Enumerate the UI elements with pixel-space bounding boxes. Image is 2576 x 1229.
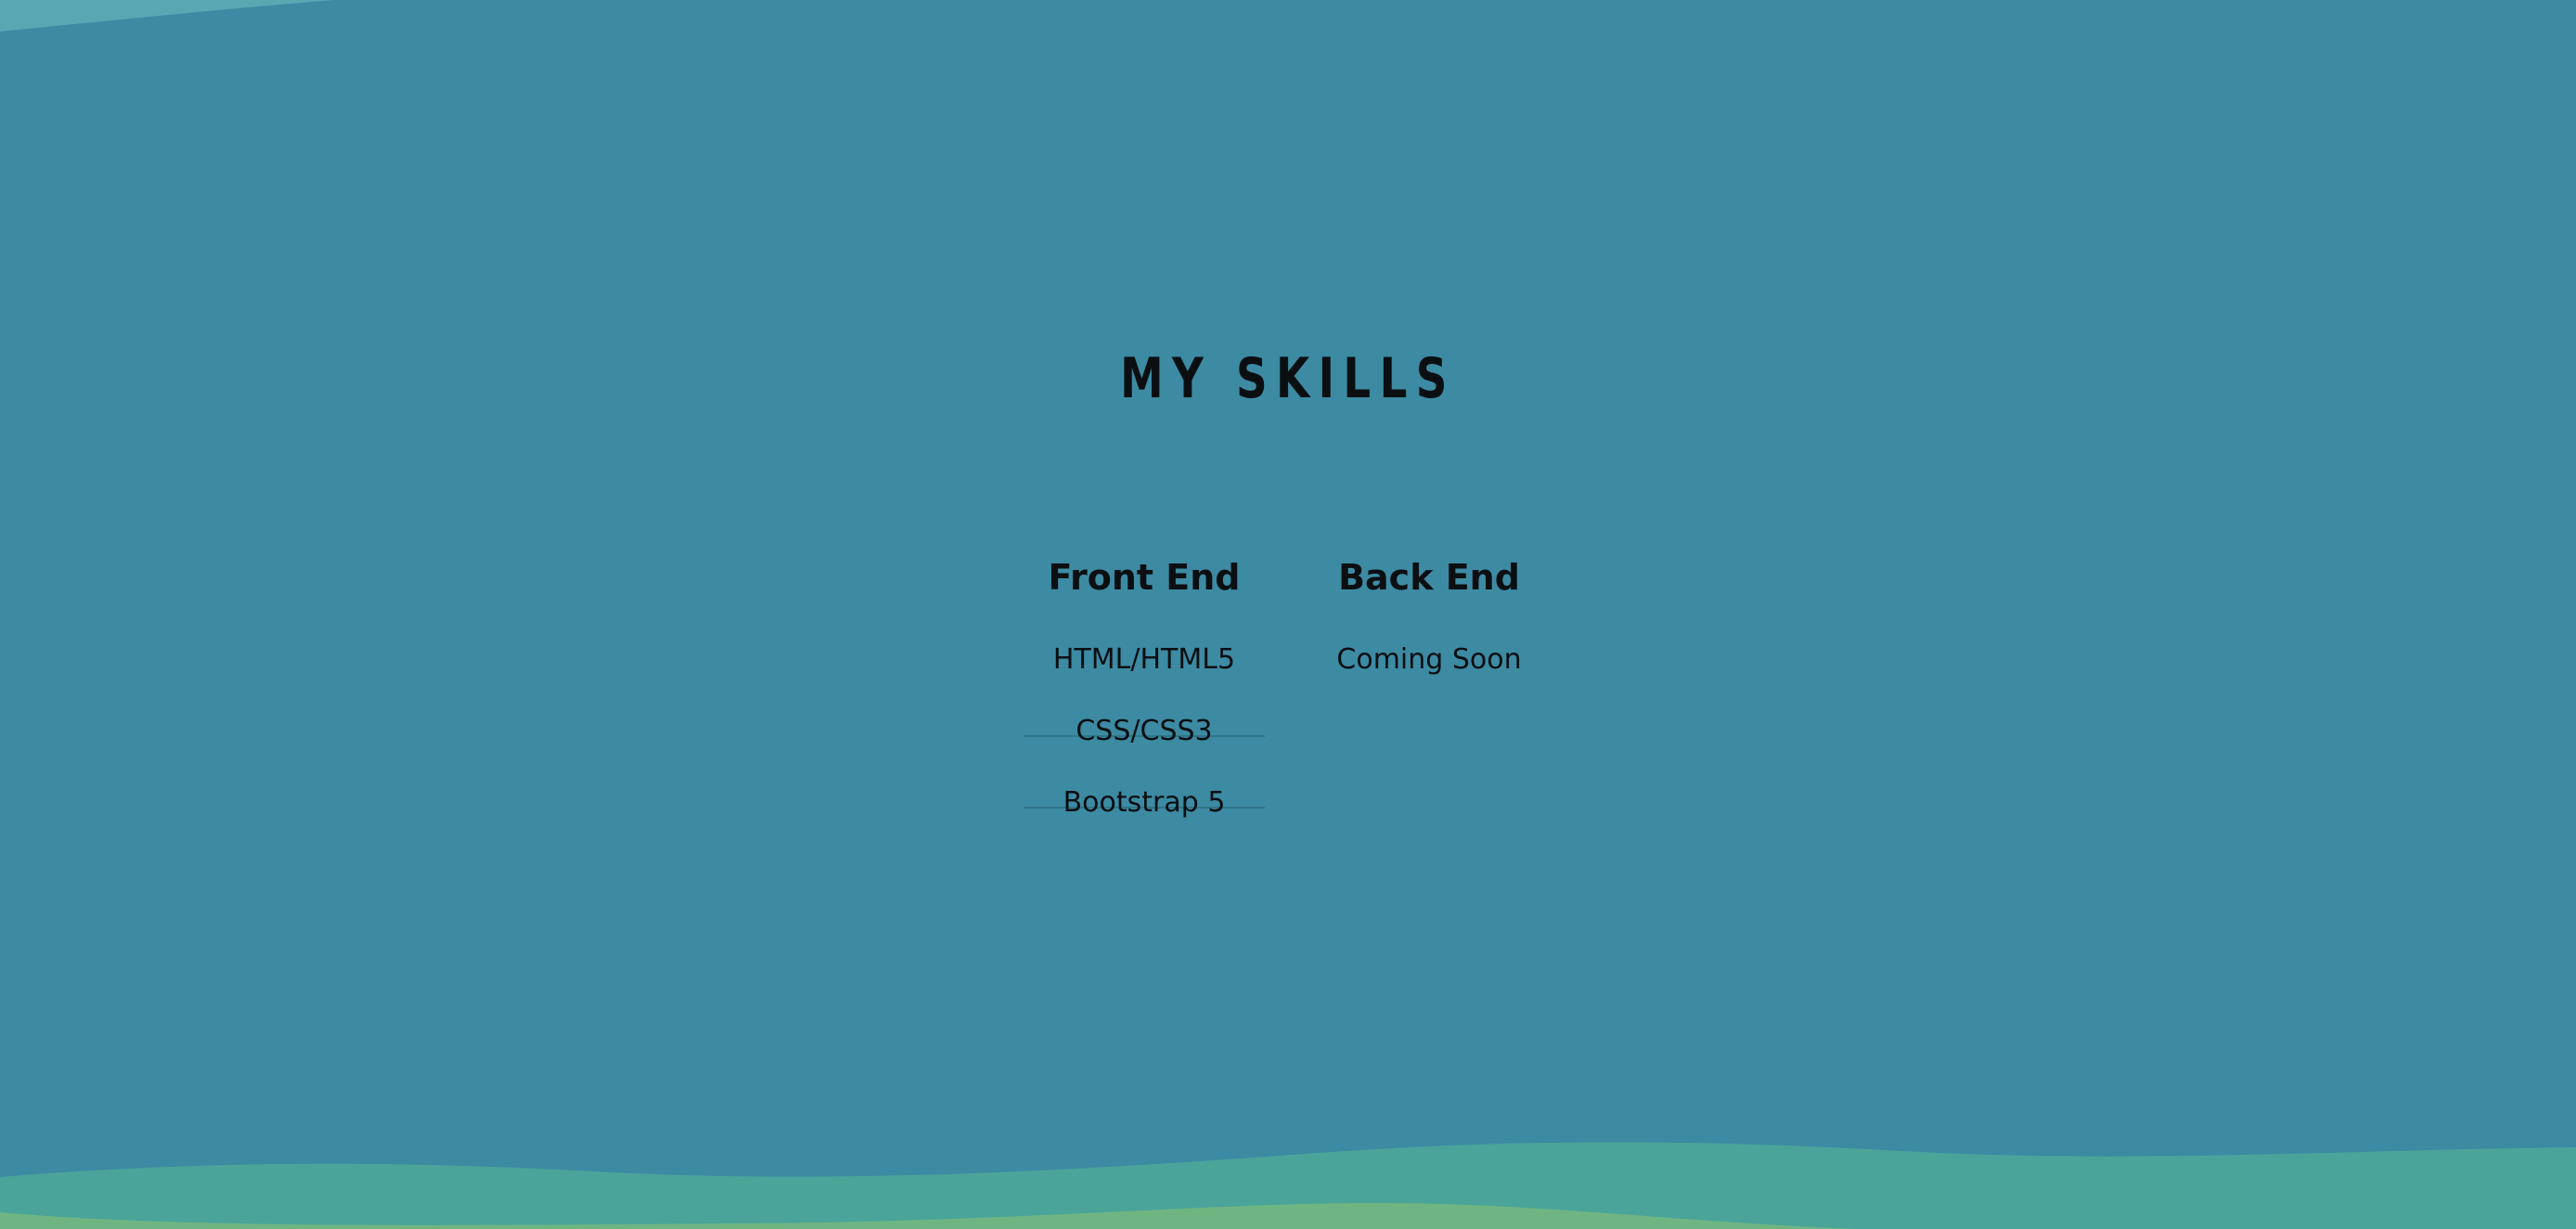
back-end-heading: Back End (1338, 557, 1520, 598)
skills-section: MY SKILLS Front End HTML/HTML5 CSS/CSS3 … (0, 0, 2576, 1229)
skill-coming-soon: Coming Soon (1336, 643, 1522, 676)
back-end-column: Back End Coming Soon (1313, 548, 1545, 737)
front-end-heading: Front End (1048, 557, 1241, 598)
front-end-column: Front End HTML/HTML5 CSS/CSS3 Bootstrap … (1024, 548, 1265, 880)
skill-bootstrap: Bootstrap 5 (1063, 786, 1226, 819)
back-end-list: Coming Soon (1313, 639, 1545, 737)
skills-title: MY SKILLS (1120, 346, 1456, 411)
front-end-list: HTML/HTML5 CSS/CSS3 Bootstrap 5 (1024, 639, 1265, 880)
